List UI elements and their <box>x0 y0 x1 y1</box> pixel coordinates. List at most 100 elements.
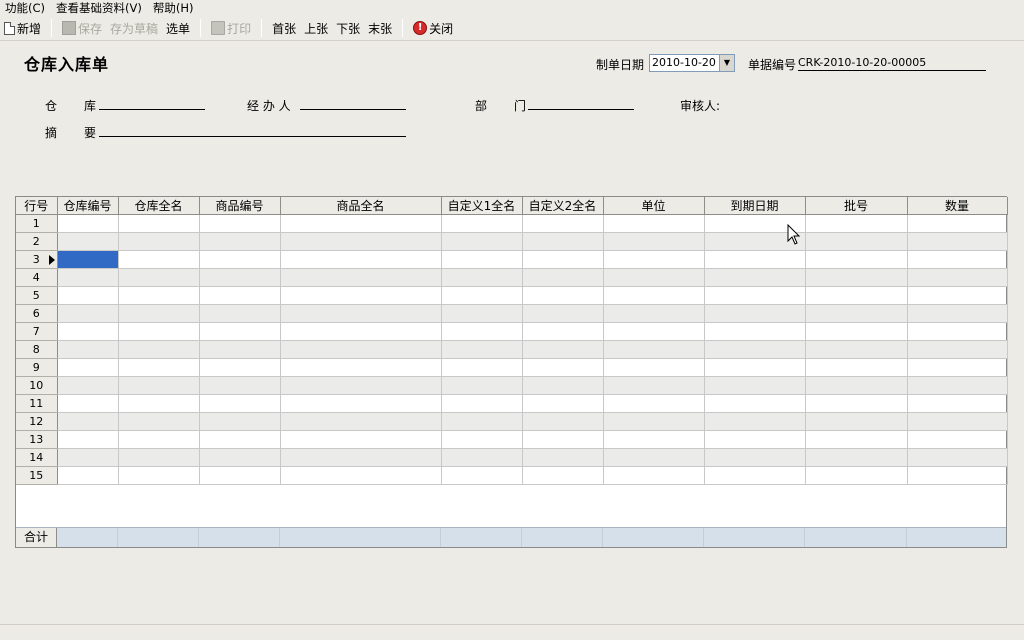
table-row[interactable]: 8 <box>16 340 1008 359</box>
table-row[interactable]: 7 <box>16 322 1008 341</box>
table-cell[interactable] <box>907 268 1008 287</box>
table-cell[interactable] <box>603 448 705 467</box>
table-cell[interactable] <box>280 304 442 323</box>
table-cell[interactable] <box>907 466 1008 485</box>
table-cell[interactable] <box>441 376 523 395</box>
col-header-batch-no[interactable]: 批号 <box>805 197 908 215</box>
chevron-down-icon[interactable]: ▼ <box>719 55 734 71</box>
row-number[interactable]: 13 <box>16 430 58 449</box>
close-button[interactable]: ! 关闭 <box>409 17 457 39</box>
table-cell[interactable] <box>805 232 908 251</box>
table-cell[interactable] <box>441 430 523 449</box>
col-header-unit[interactable]: 单位 <box>603 197 705 215</box>
row-number[interactable]: 8 <box>16 340 58 359</box>
table-cell[interactable] <box>118 214 200 233</box>
table-cell[interactable] <box>441 394 523 413</box>
table-row[interactable]: 12 <box>16 412 1008 431</box>
table-row[interactable]: 2 <box>16 232 1008 251</box>
table-cell[interactable] <box>118 340 200 359</box>
table-cell[interactable] <box>57 250 119 269</box>
table-cell[interactable] <box>441 304 523 323</box>
table-cell[interactable] <box>118 322 200 341</box>
table-cell[interactable] <box>907 394 1008 413</box>
col-header-quantity[interactable]: 数量 <box>907 197 1008 215</box>
table-cell[interactable] <box>522 304 604 323</box>
table-cell[interactable] <box>704 376 806 395</box>
table-cell[interactable] <box>280 448 442 467</box>
table-cell[interactable] <box>57 268 119 287</box>
table-cell[interactable] <box>57 232 119 251</box>
table-cell[interactable] <box>907 304 1008 323</box>
col-header-product-code[interactable]: 商品编号 <box>199 197 281 215</box>
table-cell[interactable] <box>603 430 705 449</box>
save-draft-button[interactable]: 存为草稿 <box>106 17 162 39</box>
table-cell[interactable] <box>441 322 523 341</box>
table-cell[interactable] <box>280 322 442 341</box>
table-cell[interactable] <box>603 214 705 233</box>
table-row[interactable]: 13 <box>16 430 1008 449</box>
row-number[interactable]: 1 <box>16 214 58 233</box>
table-cell[interactable] <box>199 214 281 233</box>
row-number[interactable]: 11 <box>16 394 58 413</box>
table-cell[interactable] <box>57 412 119 431</box>
table-cell[interactable] <box>199 412 281 431</box>
table-cell[interactable] <box>118 304 200 323</box>
table-row[interactable]: 5 <box>16 286 1008 305</box>
table-cell[interactable] <box>522 358 604 377</box>
table-cell[interactable] <box>805 412 908 431</box>
table-cell[interactable] <box>522 430 604 449</box>
table-cell[interactable] <box>603 394 705 413</box>
table-cell[interactable] <box>118 448 200 467</box>
table-cell[interactable] <box>441 268 523 287</box>
table-cell[interactable] <box>441 250 523 269</box>
save-button[interactable]: 保存 <box>58 17 106 39</box>
row-number[interactable]: 4 <box>16 268 58 287</box>
table-cell[interactable] <box>280 376 442 395</box>
table-cell[interactable] <box>907 286 1008 305</box>
table-cell[interactable] <box>441 214 523 233</box>
table-cell[interactable] <box>118 430 200 449</box>
table-cell[interactable] <box>118 232 200 251</box>
row-number[interactable]: 5 <box>16 286 58 305</box>
table-row[interactable]: 10 <box>16 376 1008 395</box>
table-cell[interactable] <box>57 322 119 341</box>
table-cell[interactable] <box>199 430 281 449</box>
table-cell[interactable] <box>280 286 442 305</box>
table-cell[interactable] <box>199 466 281 485</box>
table-cell[interactable] <box>57 286 119 305</box>
table-cell[interactable] <box>199 232 281 251</box>
table-cell[interactable] <box>199 250 281 269</box>
table-cell[interactable] <box>199 358 281 377</box>
table-cell[interactable] <box>805 340 908 359</box>
col-header-expiry-date[interactable]: 到期日期 <box>704 197 806 215</box>
table-cell[interactable] <box>441 286 523 305</box>
table-row[interactable]: 6 <box>16 304 1008 323</box>
table-cell[interactable] <box>805 358 908 377</box>
table-cell[interactable] <box>522 322 604 341</box>
table-cell[interactable] <box>118 412 200 431</box>
table-cell[interactable] <box>907 448 1008 467</box>
table-cell[interactable] <box>603 376 705 395</box>
table-cell[interactable] <box>704 430 806 449</box>
menu-function[interactable]: 功能(C) <box>0 1 51 15</box>
table-cell[interactable] <box>704 268 806 287</box>
table-cell[interactable] <box>704 250 806 269</box>
table-cell[interactable] <box>522 268 604 287</box>
table-cell[interactable] <box>57 304 119 323</box>
table-cell[interactable] <box>118 376 200 395</box>
table-cell[interactable] <box>805 286 908 305</box>
date-picker[interactable]: 2010-10-20 ▼ <box>649 54 735 72</box>
table-cell[interactable] <box>603 268 705 287</box>
table-cell[interactable] <box>522 376 604 395</box>
table-cell[interactable] <box>603 250 705 269</box>
row-number[interactable]: 9 <box>16 358 58 377</box>
table-cell[interactable] <box>704 358 806 377</box>
next-button[interactable]: 下张 <box>332 17 364 39</box>
table-cell[interactable] <box>522 250 604 269</box>
table-cell[interactable] <box>603 466 705 485</box>
table-cell[interactable] <box>199 340 281 359</box>
table-cell[interactable] <box>118 394 200 413</box>
table-cell[interactable] <box>118 268 200 287</box>
table-cell[interactable] <box>441 358 523 377</box>
table-cell[interactable] <box>603 412 705 431</box>
